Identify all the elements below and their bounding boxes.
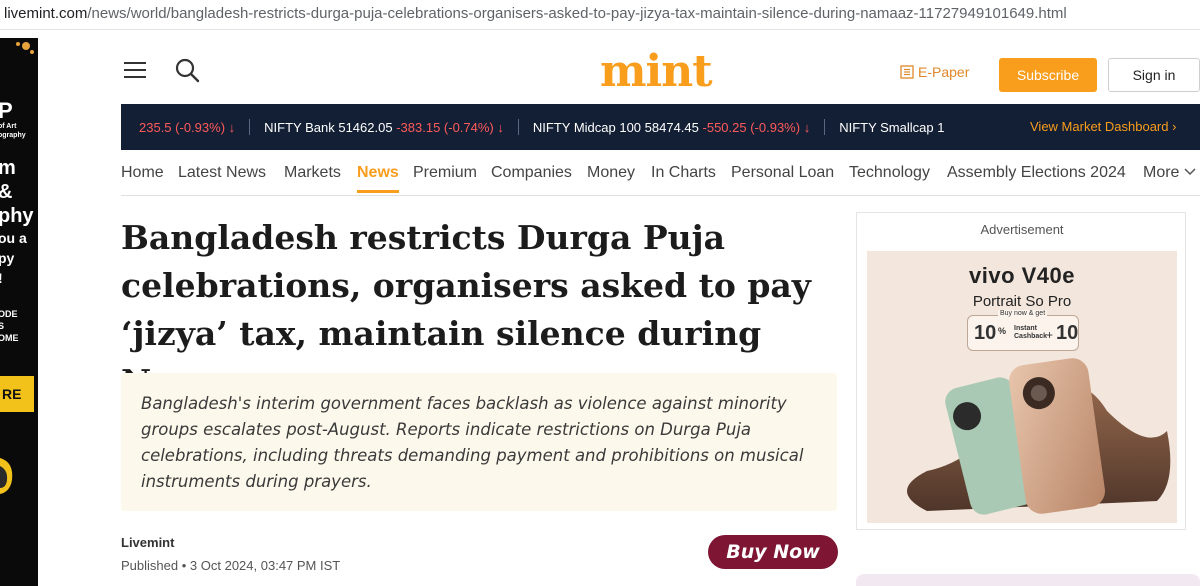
- ticker-item-change: -550.25 (-0.93%): [702, 120, 801, 135]
- sign-in-button[interactable]: Sign in: [1108, 58, 1200, 92]
- nav-item-premium[interactable]: Premium: [413, 164, 477, 182]
- buy-now-button[interactable]: Buy Now: [708, 535, 838, 569]
- chevron-right-icon: ›: [1172, 119, 1177, 134]
- ticker-item-name: NIFTY Smallcap 1: [839, 120, 945, 135]
- arrow-down-icon: ↓: [228, 120, 236, 135]
- menu-icon[interactable]: [124, 62, 146, 82]
- nav-item-technology[interactable]: Technology: [849, 164, 930, 182]
- left-skyscraper-ad[interactable]: P of Art ography m & phy ou a py ! ODE S…: [0, 38, 38, 586]
- ticker-item-change: -383.15 (-0.74%): [396, 120, 494, 135]
- chevron-down-icon: [1184, 168, 1196, 176]
- url-text[interactable]: livemint.com/news/world/bangladesh-restr…: [4, 5, 1067, 22]
- ticker-item-value: 51462.05: [338, 120, 393, 135]
- search-icon[interactable]: [174, 57, 200, 83]
- subscribe-button[interactable]: Subscribe: [999, 58, 1097, 92]
- epaper-label: E-Paper: [918, 64, 970, 80]
- market-ticker[interactable]: 235.5 (-0.93%) ↓ NIFTY Bank 51462.05 -38…: [121, 104, 1200, 150]
- ticker-divider: [517, 119, 519, 135]
- nav-item-personal-loan[interactable]: Personal Loan: [731, 164, 834, 182]
- nav-item-markets[interactable]: Markets: [284, 164, 341, 182]
- mint-logo[interactable]: mint: [600, 46, 713, 97]
- bottom-ad-strip: [856, 574, 1200, 586]
- nav-item-companies[interactable]: Companies: [491, 164, 572, 182]
- ticker-item[interactable]: NIFTY Bank 51462.05 -383.15 (-0.74%) ↓: [264, 120, 504, 135]
- nav-item-in-charts[interactable]: In Charts: [651, 164, 716, 182]
- ad-sunburst-icon: [16, 42, 34, 54]
- left-ad-text-4: ou a py !: [0, 230, 27, 286]
- ticker-item-value: 235.5: [139, 120, 172, 135]
- published-dot: •: [181, 558, 187, 573]
- article-author[interactable]: Livemint: [121, 535, 174, 550]
- ticker-divider: [824, 119, 826, 135]
- epaper-link[interactable]: E-Paper: [900, 64, 969, 80]
- ticker-item-change: (-0.93%): [175, 120, 226, 135]
- browser-address-bar[interactable]: livemint.com/news/world/bangladesh-restr…: [0, 0, 1200, 30]
- advertisement-label: Advertisement: [980, 222, 1064, 237]
- ticker-item[interactable]: 235.5 (-0.93%) ↓: [139, 120, 235, 135]
- phone-product-illustration: [907, 358, 1171, 515]
- dashboard-label: View Market Dashboard: [1030, 119, 1169, 134]
- left-ad-text-2: of Art ography: [0, 123, 26, 139]
- ticker-item-value: 58474.45: [644, 120, 699, 135]
- arrow-down-icon: ↓: [497, 120, 504, 135]
- advertisement-box[interactable]: Advertisement vivo V40e Portrait So Pro …: [856, 212, 1186, 530]
- site-header: mint E-Paper Subscribe Sign in: [120, 44, 1200, 104]
- nav-item-news[interactable]: News: [357, 164, 399, 193]
- left-ad-text-5: ODE S OME: [0, 309, 19, 343]
- nav-item-more[interactable]: More: [1143, 164, 1196, 182]
- ticker-item[interactable]: NIFTY Midcap 100 58474.45 -550.25 (-0.93…: [533, 120, 810, 135]
- nav-item-assembly-elections-2024[interactable]: Assembly Elections 2024: [947, 164, 1126, 182]
- nav-item-home[interactable]: Home: [121, 164, 164, 182]
- article-summary-text: Bangladesh's interim government faces ba…: [141, 394, 804, 491]
- url-path: /news/world/bangladesh-restricts-durga-p…: [87, 5, 1067, 22]
- view-market-dashboard-link[interactable]: View Market Dashboard ›: [1022, 104, 1200, 150]
- published-label: Published: [121, 558, 179, 573]
- ticker-item-name: NIFTY Bank: [264, 120, 335, 135]
- ticker-item-name: NIFTY Midcap 100: [532, 120, 642, 135]
- nav-item-latest-news[interactable]: Latest News: [178, 164, 266, 182]
- newspaper-icon: [900, 65, 914, 79]
- nav-item-money[interactable]: Money: [587, 164, 635, 182]
- left-ad-product-image: [0, 458, 13, 494]
- ticker-row: 235.5 (-0.93%) ↓ NIFTY Bank 51462.05 -38…: [139, 119, 958, 135]
- left-ad-text-1: P: [0, 98, 13, 123]
- article-summary-box: Bangladesh's interim government faces ba…: [121, 373, 837, 511]
- left-ad-cta-button[interactable]: RE: [0, 376, 34, 412]
- ticker-item[interactable]: NIFTY Smallcap 1: [839, 120, 944, 135]
- vivo-ad-image[interactable]: vivo V40e Portrait So Pro Buy now & get …: [867, 251, 1177, 523]
- ticker-divider: [249, 119, 251, 135]
- arrow-down-icon: ↓: [803, 120, 811, 135]
- nav-more-label: More: [1143, 164, 1180, 181]
- url-host: livemint.com: [4, 5, 88, 22]
- published-date: 3 Oct 2024, 03:47 PM IST: [189, 558, 341, 573]
- article-published: Published • 3 Oct 2024, 03:47 PM IST: [121, 558, 340, 573]
- left-ad-text-3: m & phy: [0, 157, 34, 227]
- main-navigation: Home Latest News Markets News Premium Co…: [121, 150, 1200, 196]
